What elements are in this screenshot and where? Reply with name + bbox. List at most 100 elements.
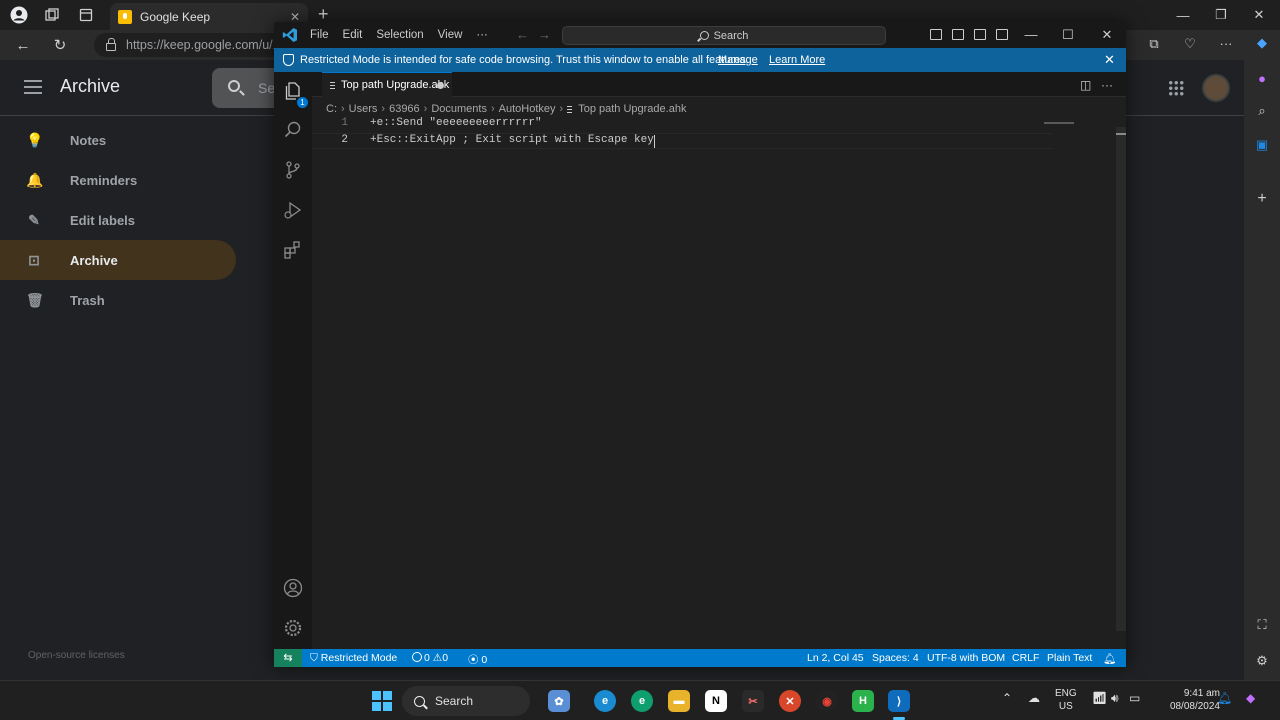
editor-tab-top-path-upgrade[interactable]: Top path Upgrade.ahk xyxy=(322,72,452,97)
search-view-icon[interactable] xyxy=(283,120,303,140)
copilot-icon[interactable]: ◆ xyxy=(1253,34,1271,52)
breadcrumb-users[interactable]: Users xyxy=(349,103,378,115)
sidebar-item-edit-labels[interactable]: ✎ Edit labels xyxy=(0,200,236,240)
maximize-browser-button[interactable]: ❐ xyxy=(1212,6,1230,24)
line-ending-status[interactable]: CRLF xyxy=(1012,652,1039,664)
volume-icon[interactable]: 🔊︎ xyxy=(1111,691,1119,706)
taskbar-search[interactable]: Search xyxy=(402,686,530,716)
wifi-icon[interactable]: 📶︎ xyxy=(1092,691,1107,705)
breadcrumb-drive[interactable]: C: xyxy=(326,103,337,115)
google-apps-icon[interactable] xyxy=(1168,80,1184,96)
breadcrumb-documents[interactable]: Documents xyxy=(431,103,487,115)
go-back-icon[interactable]: ← xyxy=(516,27,529,42)
minimize-browser-button[interactable]: — xyxy=(1174,6,1192,24)
discover-icon[interactable]: ● xyxy=(1253,70,1271,88)
minimap[interactable] xyxy=(1044,122,1074,124)
back-button[interactable]: ← xyxy=(13,35,33,55)
screenshot-icon[interactable]: ⛶ xyxy=(1253,616,1271,634)
show-hidden-icons-icon[interactable]: ⌃ xyxy=(1002,691,1012,705)
indentation-status[interactable]: Spaces: 4 xyxy=(872,652,919,664)
close-browser-button[interactable]: ✕ xyxy=(1250,6,1268,24)
input-language-indicator[interactable]: ENG US xyxy=(1055,687,1077,713)
command-center-search[interactable]: Search xyxy=(562,26,886,45)
edge-beta-icon[interactable]: e xyxy=(631,690,653,712)
language-mode-status[interactable]: Plain Text xyxy=(1047,652,1092,664)
remote-indicator-icon[interactable]: ⇆ xyxy=(274,649,302,667)
browser-essentials-icon[interactable]: ♡ xyxy=(1180,36,1200,54)
close-banner-icon[interactable]: ✕ xyxy=(1104,52,1115,68)
search-highlight-icon[interactable]: ✿ xyxy=(548,690,570,712)
toggle-primary-sidebar-icon[interactable] xyxy=(930,29,942,40)
menu-selection[interactable]: Selection xyxy=(376,29,423,41)
cursor-position-status[interactable]: Ln 2, Col 45 xyxy=(807,652,864,664)
outlook-icon[interactable]: ▣ xyxy=(1253,136,1271,154)
notification-bell-icon[interactable]: 🔔︎ xyxy=(1217,691,1232,705)
ports-status[interactable]: ⦿ 0 xyxy=(468,652,487,667)
code-editor[interactable]: 1 +e::Send "eeeeeeeeerrrrrr" 2 +Esc::Exi… xyxy=(312,117,1126,649)
unsaved-changes-dot-icon[interactable] xyxy=(437,82,444,89)
run-and-debug-icon[interactable] xyxy=(283,200,303,220)
more-actions-icon[interactable]: ··· xyxy=(1101,78,1113,92)
more-options-icon[interactable]: ··· xyxy=(1216,36,1236,54)
address-bar[interactable]: https://keep.google.com/u/1/ xyxy=(94,33,284,57)
notion-icon[interactable]: N xyxy=(705,690,727,712)
menu-file[interactable]: File xyxy=(310,29,329,41)
copilot-taskbar-icon[interactable]: ◆ xyxy=(1246,691,1255,705)
breadcrumb-autohotkey[interactable]: AutoHotkey xyxy=(499,103,556,115)
breadcrumb-file[interactable]: Top path Upgrade.ahk xyxy=(578,103,686,115)
avatar[interactable] xyxy=(1202,74,1230,102)
add-sidebar-app-icon[interactable]: + xyxy=(1253,190,1271,208)
tab-actions-icon[interactable] xyxy=(77,6,95,24)
sidebar-item-reminders[interactable]: 🔔 Reminders xyxy=(0,160,236,200)
breadcrumb-user-folder[interactable]: 63966 xyxy=(389,103,420,115)
manage-gear-icon[interactable] xyxy=(283,618,303,638)
menu-edit[interactable]: Edit xyxy=(343,29,363,41)
source-control-icon[interactable] xyxy=(283,160,303,180)
encoding-status[interactable]: UTF-8 with BOM xyxy=(927,652,1005,664)
refresh-button[interactable]: ↻ xyxy=(50,35,70,55)
battery-icon[interactable]: ▭ xyxy=(1129,691,1140,705)
notifications-bell-icon[interactable]: 🔔︎ xyxy=(1103,652,1116,665)
minimize-window-button[interactable]: — xyxy=(1021,26,1041,44)
h-app-icon[interactable]: H xyxy=(852,690,874,712)
file-explorer-icon[interactable]: ▬ xyxy=(668,690,690,712)
extensions-icon[interactable] xyxy=(283,240,303,260)
code-line-1[interactable]: 1 +e::Send "eeeeeeeeerrrrrr" xyxy=(312,117,1052,133)
windows-start-icon[interactable] xyxy=(372,691,392,711)
code-line-2[interactable]: 2 +Esc::ExitApp ; Exit script with Escap… xyxy=(312,133,1052,149)
snipping-tool-icon[interactable]: ✂ xyxy=(742,690,764,712)
toggle-secondary-sidebar-icon[interactable] xyxy=(974,29,986,40)
main-menu-icon[interactable] xyxy=(24,80,42,94)
open-source-licenses-link[interactable]: Open-source licenses xyxy=(28,650,125,661)
search-icon[interactable] xyxy=(228,80,240,92)
sidebar-item-notes[interactable]: 💡 Notes xyxy=(0,120,236,160)
search-sidebar-icon[interactable]: ⌕ xyxy=(1253,102,1271,120)
vertical-scrollbar[interactable] xyxy=(1116,127,1126,631)
workspaces-icon[interactable] xyxy=(43,6,61,24)
learn-more-link[interactable]: Learn More xyxy=(769,54,825,66)
cloud-icon[interactable]: ☁ xyxy=(1028,691,1040,705)
system-clock[interactable]: 9:41 am 08/08/2024 xyxy=(1150,687,1220,713)
manage-link[interactable]: Manage xyxy=(718,54,758,66)
vscode-taskbar-icon[interactable]: ⟩ xyxy=(888,690,910,712)
app-red-icon[interactable]: ✕ xyxy=(779,690,801,712)
restricted-mode-status[interactable]: ⛉ Restricted Mode xyxy=(310,652,397,665)
collections-icon[interactable]: ⧉ xyxy=(1144,36,1164,54)
banner-message: Restricted Mode is intended for safe cod… xyxy=(300,54,749,66)
chrome-icon[interactable]: ◉ xyxy=(816,690,838,712)
customize-layout-icon[interactable] xyxy=(996,29,1008,40)
go-forward-icon[interactable]: → xyxy=(538,27,551,42)
edge-icon[interactable]: e xyxy=(594,690,616,712)
profile-icon[interactable] xyxy=(10,6,28,24)
close-window-button[interactable]: ✕ xyxy=(1097,26,1117,44)
menu-more[interactable]: ··· xyxy=(476,29,488,41)
maximize-window-button[interactable]: ☐ xyxy=(1058,26,1078,44)
menu-view[interactable]: View xyxy=(438,29,463,41)
sidebar-item-trash[interactable]: 🗑 Trash xyxy=(0,280,236,320)
accounts-icon[interactable] xyxy=(283,578,303,598)
sidebar-item-archive[interactable]: ⊡ Archive xyxy=(0,240,236,280)
split-editor-icon[interactable]: ◫ xyxy=(1080,78,1091,92)
sidebar-settings-icon[interactable]: ⚙ xyxy=(1253,652,1271,670)
problems-status[interactable]: 0 ⚠0 xyxy=(412,652,448,664)
toggle-panel-icon[interactable] xyxy=(952,29,964,40)
